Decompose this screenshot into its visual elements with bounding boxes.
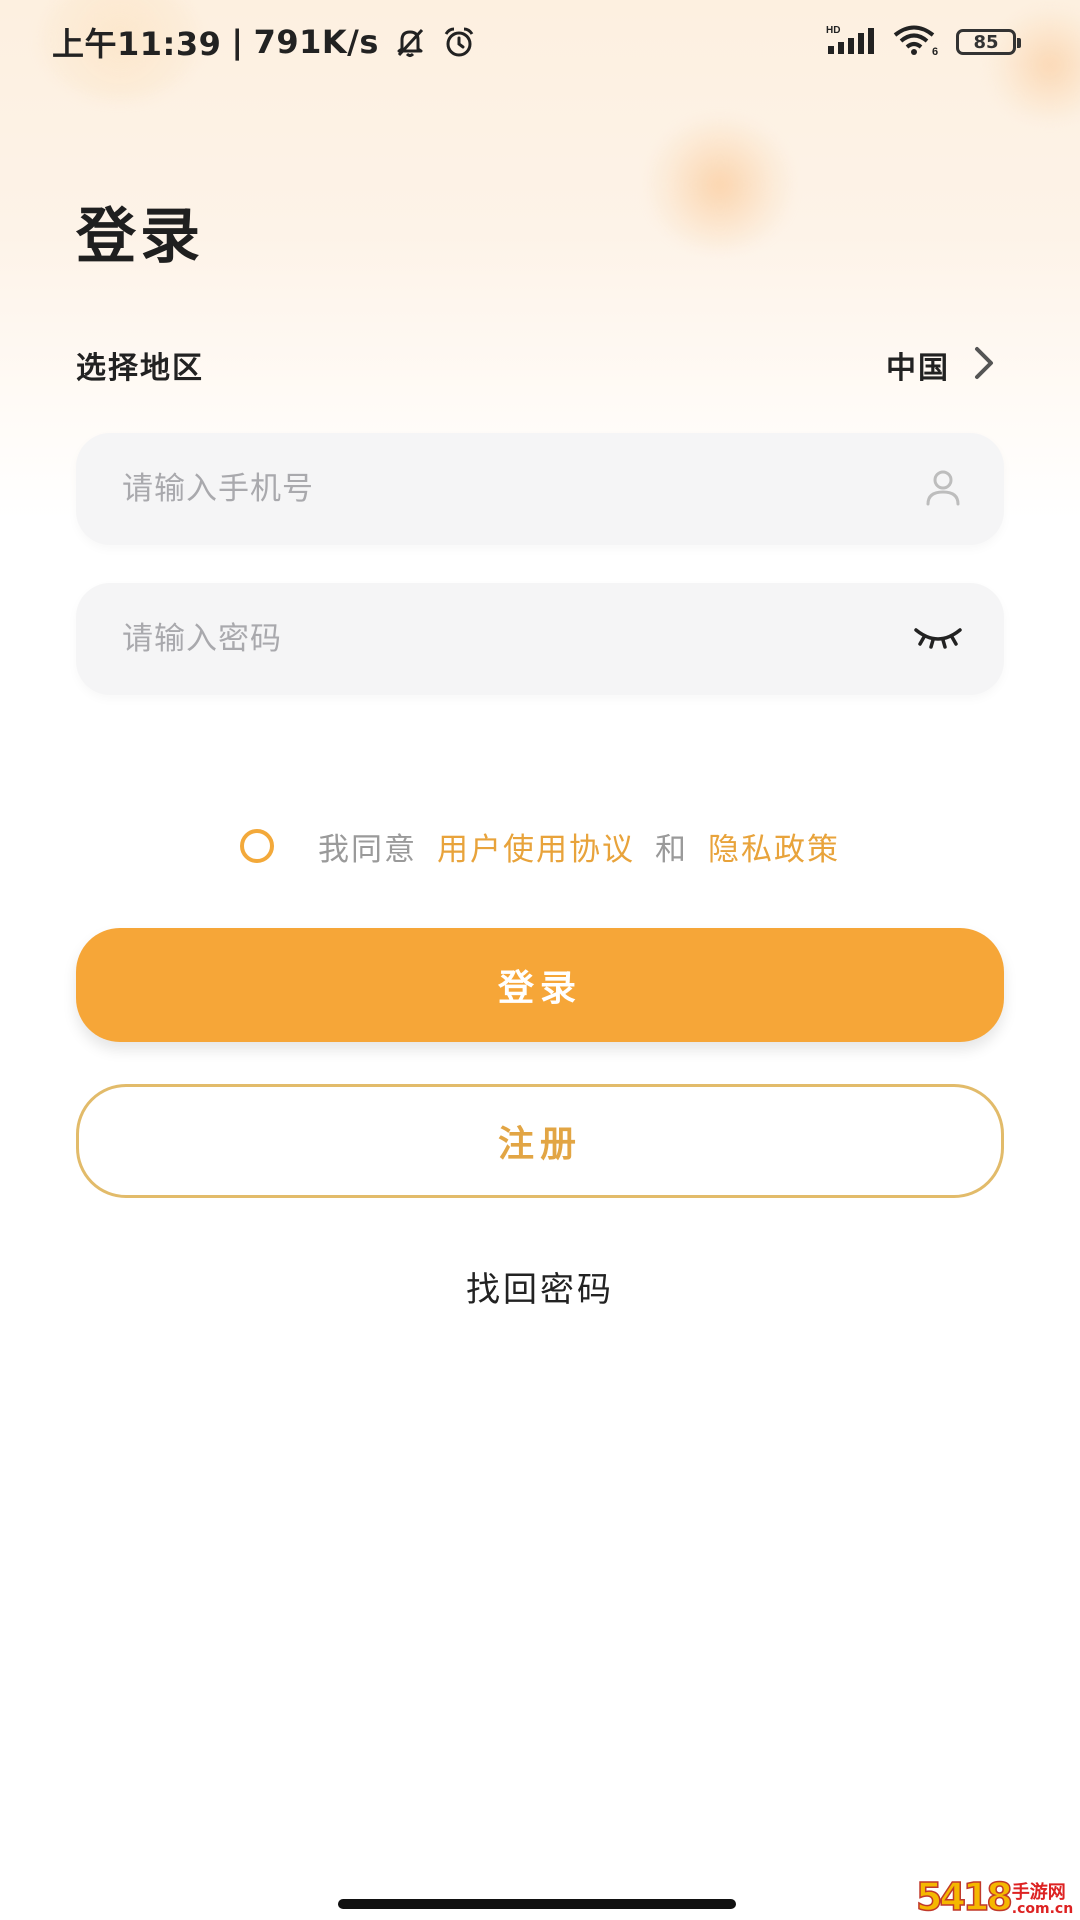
watermark-main: 5418: [915, 1875, 1013, 1919]
agreement-radio[interactable]: [240, 829, 274, 863]
forgot-password-link[interactable]: 找回密码: [0, 1262, 1080, 1311]
bell-muted-icon: [393, 25, 427, 59]
status-time: 上午11:39: [52, 25, 222, 63]
home-indicator[interactable]: [338, 1899, 736, 1909]
region-label: 选择地区: [76, 351, 204, 386]
terms-link[interactable]: 用户使用协议: [437, 824, 635, 869]
agreement-conjunction: 和: [655, 831, 688, 868]
status-left: 上午11:39 | 791K/s: [52, 18, 477, 66]
watermark-domain: .com.cn: [1011, 1901, 1074, 1917]
wifi-label: 6: [932, 46, 938, 56]
battery-indicator: 85: [956, 29, 1021, 55]
phone-field[interactable]: [76, 433, 1004, 545]
phone-input[interactable]: [120, 470, 922, 508]
status-net-speed: 791K/s: [253, 23, 379, 61]
decor-blob: [650, 120, 790, 250]
login-button[interactable]: 登录: [76, 928, 1004, 1042]
register-button[interactable]: 注册: [76, 1084, 1004, 1198]
status-right: HD 6 85: [826, 22, 1021, 62]
watermark-cn: 手游网: [1011, 1882, 1066, 1903]
status-bar: 上午11:39 | 791K/s HD 6 85: [0, 0, 1080, 84]
agreement-prefix: 我同意: [318, 831, 417, 868]
user-icon: [922, 466, 964, 512]
page-title: 登录: [76, 202, 204, 272]
agreement-row: 我同意 用户使用协议 和 隐私政策: [0, 820, 1080, 872]
watermark-logo: 5418 手游网 .com.cn: [915, 1864, 1074, 1919]
password-field[interactable]: [76, 583, 1004, 695]
cellular-signal-icon: HD: [826, 24, 878, 60]
eye-closed-icon[interactable]: [912, 622, 964, 656]
chevron-right-icon: [972, 345, 996, 385]
alarm-clock-icon: [441, 24, 477, 60]
network-label: HD: [826, 25, 840, 36]
region-value: 中国: [886, 351, 950, 386]
password-input[interactable]: [120, 620, 912, 658]
status-separator: |: [231, 23, 244, 61]
privacy-link[interactable]: 隐私政策: [708, 824, 840, 869]
wifi-icon: 6: [892, 24, 942, 60]
watermark-side: 手游网 .com.cn: [1011, 1882, 1074, 1917]
region-selector[interactable]: 选择地区 中国: [76, 340, 996, 390]
region-value-group[interactable]: 中国: [886, 343, 996, 387]
